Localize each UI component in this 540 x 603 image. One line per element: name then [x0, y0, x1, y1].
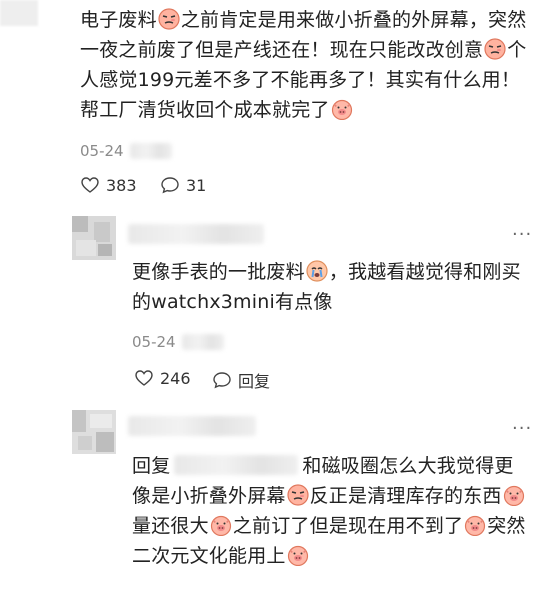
- more-dots-icon[interactable]: ···: [512, 418, 532, 439]
- avatar[interactable]: [72, 216, 116, 260]
- like-button[interactable]: 246: [134, 368, 191, 388]
- pig-face-emoji-icon: [503, 484, 525, 506]
- comment-count: 31: [186, 175, 207, 195]
- smirk-face-emoji-icon: [484, 38, 506, 60]
- username-redacted[interactable]: [128, 224, 264, 244]
- pig-face-emoji-icon: [287, 544, 309, 566]
- heart-outline-icon: [134, 368, 154, 388]
- like-count: 246: [160, 368, 191, 388]
- speech-bubble-icon: [212, 370, 232, 390]
- reply-target-redacted: [174, 455, 299, 475]
- location-redacted: [182, 334, 224, 350]
- username-redacted[interactable]: [128, 416, 256, 436]
- like-button[interactable]: 383: [80, 175, 137, 195]
- pig-face-emoji-icon: [464, 514, 486, 536]
- pig-face-emoji-icon: [331, 98, 353, 120]
- heart-outline-icon: [80, 175, 100, 195]
- speech-bubble-icon: [160, 175, 180, 195]
- reply-label: 回复: [238, 372, 271, 391]
- avatar[interactable]: [72, 410, 116, 454]
- reply-button[interactable]: 回复: [212, 368, 270, 392]
- like-count: 383: [106, 175, 137, 195]
- avatar-partial[interactable]: [0, 0, 38, 26]
- smirk-face-emoji-icon: [158, 8, 180, 30]
- location-redacted: [130, 143, 172, 159]
- comment-1-date: 05-24: [80, 142, 124, 160]
- smirk-face-emoji-icon: [287, 484, 309, 506]
- pig-face-emoji-icon: [210, 514, 232, 536]
- comment-2-date: 05-24: [132, 333, 176, 351]
- comment-3-text: 回复 和磁吸圈怎么大我觉得更像是小折叠外屏幕 反正是清理库存的东西 量还很大 之前订了但…: [132, 455, 526, 567]
- more-dots-icon[interactable]: ···: [512, 224, 532, 245]
- comment-button[interactable]: 31: [160, 175, 206, 195]
- comment-2-text: 更像手表的一批废料 ，我越看越觉得和刚买的watchx3mini有点像: [132, 260, 521, 313]
- crying-face-emoji-icon: [306, 260, 328, 282]
- comment-1-text: 电子废料 之前肯定是用来做小折叠的外屏幕，突然一夜之前废了但是产线还在！现在只能改…: [80, 8, 527, 121]
